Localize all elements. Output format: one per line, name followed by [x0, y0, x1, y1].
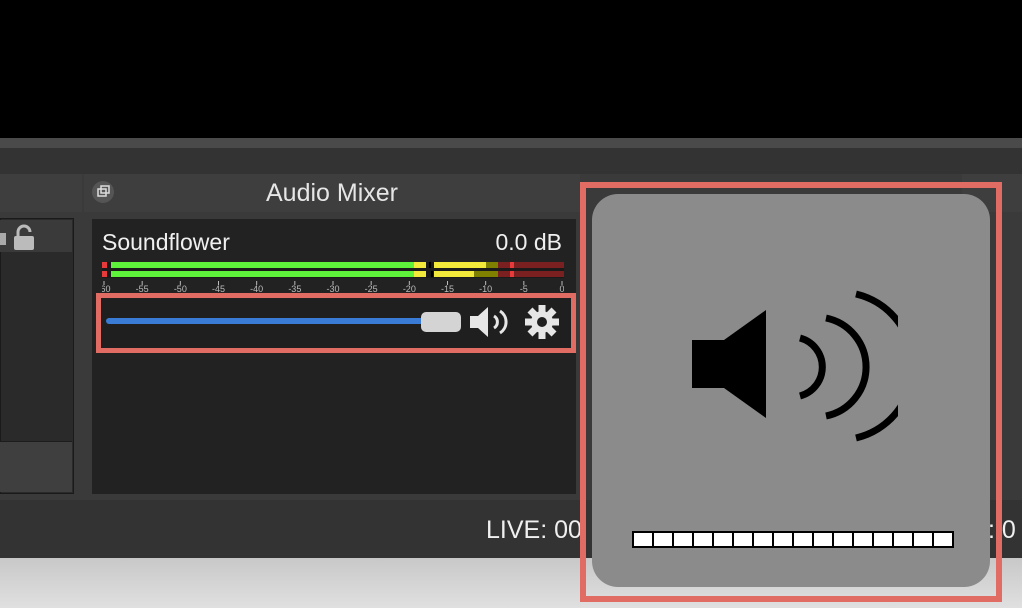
- volume-segment: [714, 533, 732, 546]
- meter-tick-label: -45: [212, 284, 225, 293]
- window-separator: [0, 138, 1022, 148]
- volume-db-readout: 0.0 dB: [495, 229, 563, 255]
- sources-toolbar: [0, 441, 72, 492]
- audio-mixer-panel: [92, 219, 576, 494]
- meter-tick-label: 0: [559, 284, 564, 293]
- meter-tick-label: -55: [136, 284, 149, 293]
- volume-segment: [734, 533, 752, 546]
- meter-tick-label: -40: [250, 284, 263, 293]
- volume-segment: [934, 533, 952, 546]
- meter-tick-label: -60: [102, 284, 111, 293]
- volume-segment: [634, 533, 652, 546]
- volume-segment: [834, 533, 852, 546]
- meter-tick-label: -15: [441, 284, 454, 293]
- volume-segment: [774, 533, 792, 546]
- meter-tick-label: -5: [520, 284, 528, 293]
- volume-fader[interactable]: [106, 318, 426, 324]
- meter-scale: -60-55-50-45-40-35-30-25-20-15-10-50: [97, 280, 565, 294]
- volume-level-bar: [632, 531, 954, 548]
- meter-tick-label: -20: [403, 284, 416, 293]
- meter-tick-label: -25: [365, 284, 378, 293]
- source-name: Soundflower: [102, 229, 230, 255]
- volume-segment: [754, 533, 772, 546]
- meter-tick-label: -50: [174, 284, 187, 293]
- volume-segment: [674, 533, 692, 546]
- lock-icon[interactable]: [10, 224, 38, 252]
- volume-segment: [814, 533, 832, 546]
- volume-meter: [102, 262, 564, 278]
- volume-segment: [694, 533, 712, 546]
- volume-segment: [874, 533, 892, 546]
- visibility-icon[interactable]: [0, 233, 6, 245]
- dock-area: [0, 148, 1022, 174]
- live-status: LIVE: 00: [486, 516, 582, 544]
- volume-segment: [654, 533, 672, 546]
- audio-mixer-title: Audio Mixer: [266, 178, 398, 207]
- speaker-volume-icon[interactable]: [468, 304, 516, 340]
- left-dock-header: [0, 174, 82, 212]
- meter-tick-label: -35: [288, 284, 301, 293]
- gear-icon[interactable]: [524, 304, 560, 340]
- volume-segment: [914, 533, 932, 546]
- volume-segment: [794, 533, 812, 546]
- meter-tick-label: -10: [479, 284, 492, 293]
- speaker-volume-icon: [692, 290, 898, 442]
- meter-tick-label: -30: [326, 284, 339, 293]
- volume-segment: [854, 533, 872, 546]
- fader-handle[interactable]: [421, 312, 461, 332]
- volume-segment: [894, 533, 912, 546]
